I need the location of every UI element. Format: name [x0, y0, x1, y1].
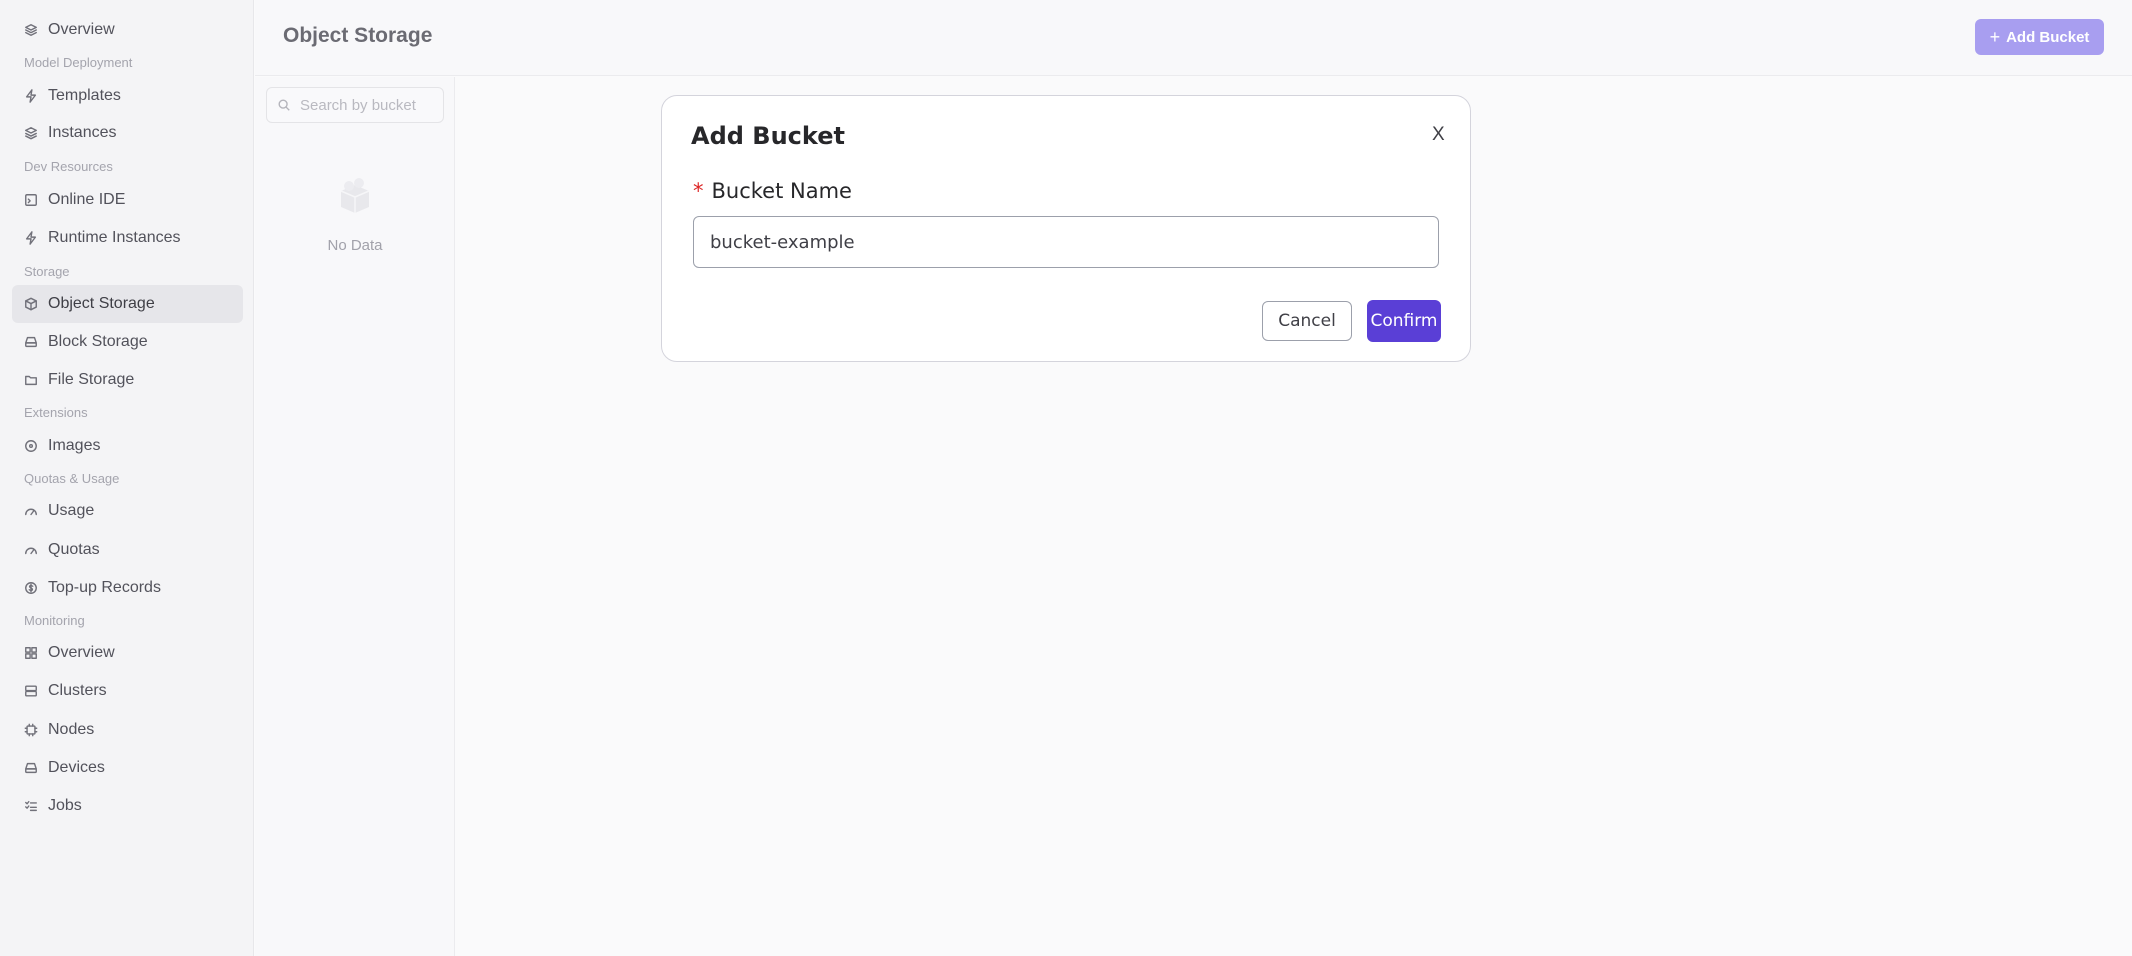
bucket-name-label: * Bucket Name: [693, 179, 852, 203]
sidebar-item-label: Object Storage: [48, 295, 155, 312]
sidebar-item-clusters[interactable]: Clusters: [12, 672, 243, 710]
bolt-icon: [24, 89, 38, 103]
sidebar-item-templates[interactable]: Templates: [12, 77, 243, 115]
sidebar-item-label: Jobs: [48, 797, 82, 814]
confirm-button[interactable]: Confirm: [1367, 300, 1441, 342]
sidebar-item-label: Usage: [48, 502, 95, 519]
add-bucket-label: Add Bucket: [2006, 28, 2090, 46]
cube-icon: [24, 297, 38, 311]
sidebar-item-usage[interactable]: Usage: [12, 492, 243, 530]
dashboard-icon: [24, 646, 38, 660]
close-button[interactable]: X: [1432, 124, 1445, 146]
gauge-icon: [24, 543, 38, 557]
sidebar-item-instances[interactable]: Instances: [12, 114, 243, 152]
sidebar-item-file-storage[interactable]: File Storage: [12, 361, 243, 399]
sidebar-group-storage: Storage: [24, 264, 70, 279]
sidebar-item-label: Templates: [48, 87, 121, 104]
drive-icon: [24, 335, 38, 349]
required-mark: *: [693, 179, 704, 203]
sidebar-item-devices[interactable]: Devices: [12, 749, 243, 787]
page-title: Object Storage: [283, 24, 433, 47]
sidebar-item-images[interactable]: Images: [12, 427, 243, 465]
sidebar-item-label: Instances: [48, 124, 117, 141]
list-check-icon: [24, 799, 38, 813]
search-input[interactable]: [300, 96, 420, 114]
plus-icon: +: [1989, 26, 2001, 47]
bolt-icon: [24, 231, 38, 245]
sidebar-item-nodes[interactable]: Nodes: [12, 711, 243, 749]
sidebar-group-model-deployment: Model Deployment: [24, 55, 133, 70]
sidebar-item-label: File Storage: [48, 371, 135, 388]
drive-icon: [24, 761, 38, 775]
search-icon: [278, 99, 290, 111]
sidebar-item-object-storage[interactable]: Object Storage: [12, 285, 243, 323]
sidebar-item-label: Images: [48, 437, 101, 454]
sidebar-group-monitoring: Monitoring: [24, 613, 85, 628]
sidebar: Overview Model Deployment Templates Inst…: [0, 0, 254, 956]
sidebar-item-overview[interactable]: Overview: [12, 11, 243, 49]
sidebar-item-label: Devices: [48, 759, 105, 776]
sidebar-group-extensions: Extensions: [24, 405, 88, 420]
sidebar-item-label: Online IDE: [48, 191, 126, 208]
sidebar-item-block-storage[interactable]: Block Storage: [12, 323, 243, 361]
bucket-list-panel: No Data: [255, 77, 455, 956]
sidebar-item-label: Block Storage: [48, 333, 148, 350]
page-header: Object Storage + Add Bucket: [255, 0, 2132, 76]
modal-title: Add Bucket: [691, 122, 845, 150]
sidebar-item-online-ide[interactable]: Online IDE: [12, 181, 243, 219]
add-bucket-button[interactable]: + Add Bucket: [1975, 19, 2104, 55]
gauge-icon: [24, 504, 38, 518]
sidebar-item-label: Overview: [48, 21, 115, 38]
cancel-button[interactable]: Cancel: [1262, 301, 1352, 341]
empty-state-text: No Data: [327, 237, 383, 254]
sidebar-item-jobs[interactable]: Jobs: [12, 787, 243, 825]
chip-icon: [24, 723, 38, 737]
sidebar-item-monitoring-overview[interactable]: Overview: [12, 634, 243, 672]
add-bucket-modal: Add Bucket X * Bucket Name Cancel Confirm: [661, 95, 1471, 362]
sidebar-item-runtime-instances[interactable]: Runtime Instances: [12, 219, 243, 257]
sidebar-item-top-up-records[interactable]: Top-up Records: [12, 569, 243, 607]
empty-box-icon: [340, 178, 370, 213]
sidebar-item-label: Runtime Instances: [48, 229, 181, 246]
sidebar-item-label: Top-up Records: [48, 579, 161, 596]
sidebar-group-dev-resources: Dev Resources: [24, 159, 113, 174]
sidebar-item-label: Quotas: [48, 541, 100, 558]
sidebar-item-label: Clusters: [48, 682, 107, 699]
search-box[interactable]: [266, 87, 444, 123]
dollar-icon: [24, 581, 38, 595]
folder-icon: [24, 373, 38, 387]
bucket-name-label-text: Bucket Name: [711, 179, 852, 203]
stack-icon: [24, 126, 38, 140]
disc-icon: [24, 439, 38, 453]
sidebar-item-quotas[interactable]: Quotas: [12, 531, 243, 569]
code-window-icon: [24, 193, 38, 207]
layers-icon: [24, 23, 38, 37]
bucket-name-input[interactable]: [693, 216, 1439, 268]
sidebar-item-label: Overview: [48, 644, 115, 661]
sidebar-group-quotas-usage: Quotas & Usage: [24, 471, 120, 486]
sidebar-item-label: Nodes: [48, 721, 95, 738]
server-icon: [24, 684, 38, 698]
